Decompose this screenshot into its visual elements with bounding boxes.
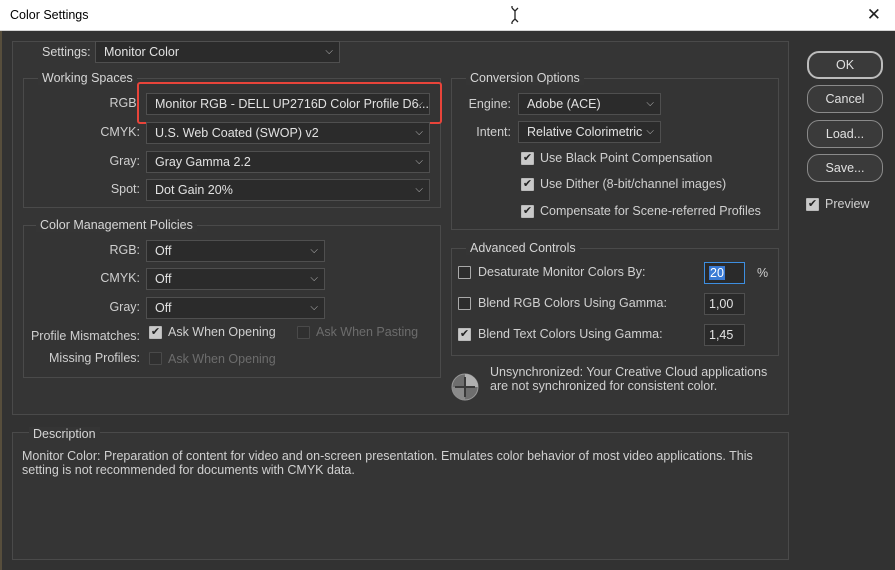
blend-text-input[interactable]: 1,45 [704,324,745,346]
chevron-down-icon: ⌵ [310,273,318,284]
ws-gray-dropdown[interactable]: Gray Gamma 2.2 ⌵ [146,151,430,173]
highlight-annotation [137,82,442,124]
blend-rgb-value: 1,00 [709,297,734,311]
close-icon[interactable]: ✕ [867,5,881,25]
desaturate-input[interactable]: 20 [704,262,745,284]
chevron-down-icon: ⌵ [646,126,654,137]
blend-rgb-checkbox[interactable] [458,297,471,310]
intent-value: Relative Colorimetric [527,125,643,139]
load-button[interactable]: Load... [807,120,883,148]
window-title: Color Settings [10,8,89,22]
settings-label: Settings: [38,45,95,59]
text-cursor-icon [511,6,519,24]
profile-mismatches-label: Profile Mismatches: [30,329,140,343]
policies-title: Color Management Policies [36,218,197,232]
ws-cmyk-label: CMYK: [100,125,140,139]
blend-rgb-input[interactable]: 1,00 [704,293,745,315]
working-spaces-title: Working Spaces [38,71,137,85]
ask-opening-label: Ask When Opening [168,325,276,339]
black-point-checkbox[interactable]: ✔ [521,152,534,165]
chevron-down-icon: ⌵ [415,184,423,195]
ask-pasting-checkbox[interactable] [297,326,310,339]
chevron-down-icon: ⌵ [646,98,654,109]
conversion-title: Conversion Options [466,71,584,85]
engine-dropdown[interactable]: Adobe (ACE) ⌵ [518,93,661,115]
description-title: Description [29,427,100,441]
preview-label: Preview [825,197,870,211]
desaturate-checkbox[interactable] [458,266,471,279]
intent-dropdown[interactable]: Relative Colorimetric ⌵ [518,121,661,143]
chevron-down-icon: ⌵ [415,156,423,167]
policy-gray-dropdown[interactable]: Off ⌵ [146,297,325,319]
policy-rgb-value: Off [155,244,172,258]
engine-value: Adobe (ACE) [527,97,601,111]
compensate-label: Compensate for Scene-referred Profiles [540,204,761,218]
desaturate-unit: % [757,266,769,280]
desaturate-label: Desaturate Monitor Colors By: [478,265,646,279]
dither-checkbox[interactable]: ✔ [521,178,534,191]
cancel-button[interactable]: Cancel [807,85,883,113]
engine-label: Engine: [468,97,511,111]
policy-gray-value: Off [155,301,172,315]
policy-gray-label: Gray: [109,300,140,314]
policy-rgb-dropdown[interactable]: Off ⌵ [146,240,325,262]
settings-dropdown[interactable]: Monitor Color ⌵ [95,41,340,63]
policy-cmyk-value: Off [155,272,172,286]
chevron-down-icon: ⌵ [325,46,333,57]
missing-ask-opening-label: Ask When Opening [168,352,276,366]
ok-button[interactable]: OK [807,51,883,79]
blend-rgb-label: Blend RGB Colors Using Gamma: [478,296,667,310]
dither-label: Use Dither (8-bit/channel images) [540,177,727,191]
policy-cmyk-dropdown[interactable]: Off ⌵ [146,268,325,290]
policy-rgb-label: RGB: [109,243,140,257]
sync-status-line2: are not synchronized for consistent colo… [490,379,718,393]
chevron-down-icon: ⌵ [310,245,318,256]
chevron-down-icon: ⌵ [415,127,423,138]
ws-cmyk-value: U.S. Web Coated (SWOP) v2 [155,126,319,140]
desaturate-value: 20 [709,266,725,280]
ws-spot-dropdown[interactable]: Dot Gain 20% ⌵ [146,179,430,201]
ws-gray-label: Gray: [109,154,140,168]
missing-profiles-label: Missing Profiles: [49,351,140,365]
blend-text-value: 1,45 [709,328,734,342]
blend-text-label: Blend Text Colors Using Gamma: [478,327,663,341]
black-point-label: Use Black Point Compensation [540,151,713,165]
blend-text-checkbox[interactable]: ✔ [458,328,471,341]
missing-ask-opening-checkbox[interactable] [149,352,162,365]
compensate-checkbox[interactable]: ✔ [521,205,534,218]
title-bar: Color Settings ✕ [0,0,895,31]
preview-checkbox[interactable]: ✔ [806,198,819,211]
ws-spot-label: Spot: [110,182,140,196]
intent-label: Intent: [476,125,511,139]
policy-cmyk-label: CMYK: [100,271,140,285]
color-sync-icon [451,373,479,401]
save-button[interactable]: Save... [807,154,883,182]
window-edge [0,31,2,570]
chevron-down-icon: ⌵ [310,302,318,313]
ws-gray-value: Gray Gamma 2.2 [155,155,251,169]
ws-spot-value: Dot Gain 20% [155,183,233,197]
ws-cmyk-dropdown[interactable]: U.S. Web Coated (SWOP) v2 ⌵ [146,122,430,144]
advanced-title: Advanced Controls [466,241,580,255]
ws-rgb-label: RGB: [109,96,140,110]
ask-opening-checkbox[interactable]: ✔ [149,326,162,339]
ask-pasting-label: Ask When Pasting [316,325,419,339]
settings-value: Monitor Color [104,45,180,59]
description-line2: setting is not recommended for documents… [22,463,355,477]
